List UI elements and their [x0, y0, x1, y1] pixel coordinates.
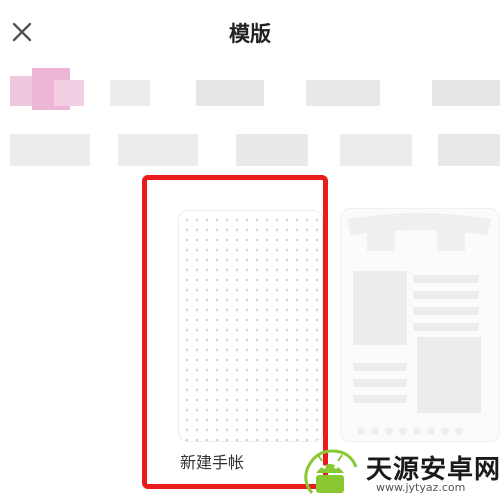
- category-chip[interactable]: [340, 134, 412, 166]
- android-logo-icon: [304, 449, 358, 494]
- page-title: 模版: [229, 22, 271, 46]
- top-bar: 模版: [0, 0, 500, 60]
- category-thumbnail[interactable]: [54, 80, 84, 106]
- new-journal-label: 新建手帐: [180, 453, 245, 472]
- template-preview-image: [347, 213, 491, 435]
- watermark: 天源安卓网 www.jytyaz.com: [296, 441, 500, 499]
- category-chip[interactable]: [10, 134, 90, 166]
- category-chip[interactable]: [236, 134, 308, 166]
- watermark-url: www.jytyaz.com: [376, 481, 466, 494]
- category-chip[interactable]: [432, 80, 500, 106]
- category-chip[interactable]: [306, 80, 380, 106]
- category-chip[interactable]: [118, 134, 198, 166]
- category-row-2[interactable]: [0, 122, 500, 178]
- template-card[interactable]: [340, 208, 500, 442]
- category-row-1[interactable]: [0, 62, 500, 118]
- category-chip[interactable]: [438, 134, 500, 166]
- category-chip[interactable]: [110, 80, 150, 106]
- new-journal-card[interactable]: [178, 210, 323, 442]
- category-chip[interactable]: [196, 80, 264, 106]
